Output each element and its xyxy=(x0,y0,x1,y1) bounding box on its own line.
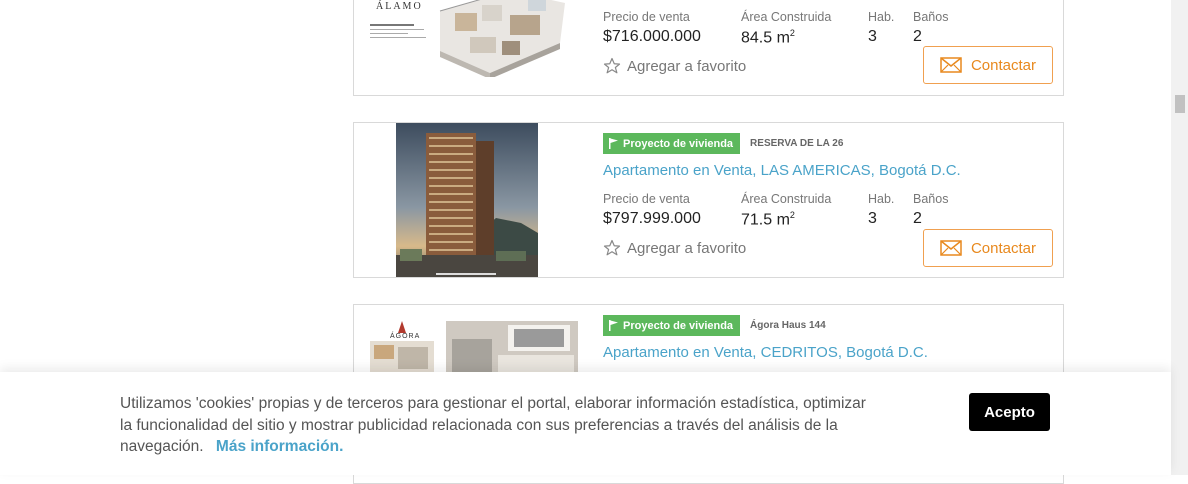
flag-icon xyxy=(609,320,618,331)
contact-button[interactable]: Contactar xyxy=(923,46,1053,84)
badge-row: Proyecto de vivienda RESERVA DE LA 26 xyxy=(603,133,843,154)
baths-value: 2 xyxy=(913,210,922,227)
project-name: Ágora Haus 144 xyxy=(750,320,826,331)
price-label: Precio de venta xyxy=(603,10,690,24)
area-label: Área Construida xyxy=(741,10,832,24)
rooms-value: 3 xyxy=(868,28,877,45)
rooms-value: 3 xyxy=(868,210,877,227)
favorite-label: Agregar a favorito xyxy=(627,239,747,257)
favorite-button[interactable]: Agregar a favorito xyxy=(603,239,746,257)
listing-title[interactable]: Apartamento en Venta, LAS AMERICAS, Bogo… xyxy=(603,162,961,179)
cookie-banner: Utilizamos 'cookies' propias y de tercer… xyxy=(0,372,1171,475)
contact-button[interactable]: Contactar xyxy=(923,229,1053,267)
cookie-message: Utilizamos 'cookies' propias y de tercer… xyxy=(120,393,880,458)
rooms-label: Hab. xyxy=(868,10,895,24)
price-value: $716.000.000 xyxy=(603,28,701,45)
project-name: RESERVA DE LA 26 xyxy=(750,138,844,149)
scrollbar-thumb[interactable] xyxy=(1175,95,1185,113)
star-outline-icon xyxy=(603,239,621,256)
listing-card: Proyecto de vivienda RESERVA DE LA 26 Ap… xyxy=(353,122,1064,278)
rooms-label: Hab. xyxy=(868,192,895,206)
badge-label: Proyecto de vivienda xyxy=(623,319,734,332)
area-label: Área Construida xyxy=(741,192,832,206)
baths-value: 2 xyxy=(913,28,922,45)
baths-label: Baños xyxy=(913,192,949,206)
project-badge: Proyecto de vivienda xyxy=(603,315,741,336)
envelope-icon xyxy=(940,57,962,73)
page-scrollbar[interactable] xyxy=(1171,0,1188,475)
flag-icon xyxy=(609,138,618,149)
project-logo: ÁGORA xyxy=(390,333,421,340)
star-outline-icon xyxy=(603,57,621,74)
baths-label: Baños xyxy=(913,10,949,24)
logo-fineprint xyxy=(370,21,430,41)
badge-row: Proyecto de vivienda Ágora Haus 144 xyxy=(603,315,826,336)
price-label: Precio de venta xyxy=(603,192,690,206)
area-value: 71.5 m2 xyxy=(741,210,795,229)
area-value: 84.5 m2 xyxy=(741,28,795,47)
price-value: $797.999.000 xyxy=(603,210,701,227)
badge-label: Proyecto de vivienda xyxy=(623,137,734,150)
contact-label: Contactar xyxy=(970,56,1037,74)
listing-thumbnail[interactable] xyxy=(396,123,538,277)
listing-card: ÁLAMO Precio de venta $716.000.000 Área … xyxy=(353,0,1064,96)
project-logo: ÁLAMO xyxy=(376,1,423,12)
project-badge: Proyecto de vivienda xyxy=(603,133,741,154)
favorite-label: Agregar a favorito xyxy=(627,57,747,75)
envelope-icon xyxy=(940,240,962,256)
accept-cookies-button[interactable]: Acepto xyxy=(969,393,1050,431)
contact-label: Contactar xyxy=(970,239,1037,257)
more-info-link[interactable]: Más información. xyxy=(216,438,343,455)
listing-thumbnail[interactable]: ÁGORA xyxy=(368,319,578,379)
favorite-button[interactable]: Agregar a favorito xyxy=(603,57,746,75)
listing-title[interactable]: Apartamento en Venta, CEDRITOS, Bogotá D… xyxy=(603,344,928,361)
listing-thumbnail[interactable]: ÁLAMO xyxy=(360,0,578,77)
